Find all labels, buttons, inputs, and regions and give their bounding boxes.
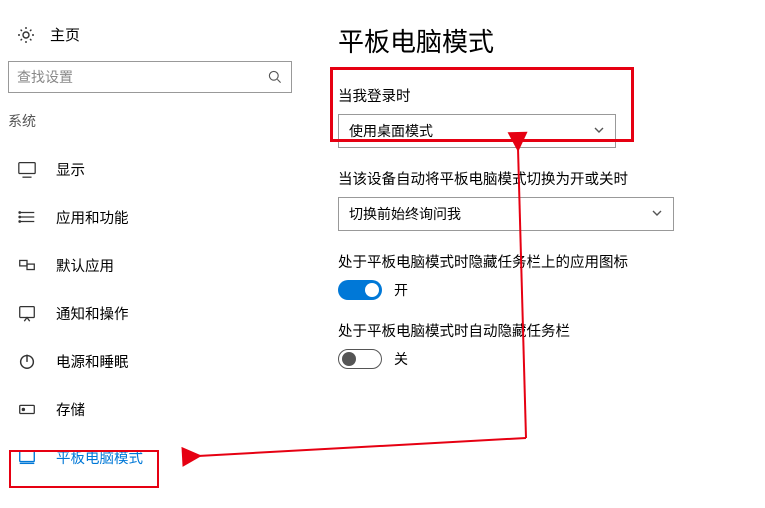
sidebar-item-label: 默认应用 xyxy=(56,255,114,276)
search-box[interactable] xyxy=(8,61,292,93)
default-apps-icon xyxy=(16,254,38,276)
sidebar-item-display[interactable]: 显示 xyxy=(8,145,292,193)
hide-taskbar-toggle[interactable] xyxy=(338,349,382,369)
autoswitch-dropdown[interactable]: 切换前始终询问我 xyxy=(338,197,674,231)
chevron-down-icon xyxy=(593,123,605,139)
hide-icons-label: 处于平板电脑模式时隐藏任务栏上的应用图标 xyxy=(338,251,745,272)
section-label: 系统 xyxy=(8,107,292,141)
dropdown-value: 使用桌面模式 xyxy=(349,121,433,141)
notifications-icon xyxy=(16,302,38,324)
toggle-state: 关 xyxy=(394,349,408,369)
page-title: 平板电脑模式 xyxy=(338,22,745,59)
sidebar-item-power[interactable]: 电源和睡眠 xyxy=(8,337,292,385)
hide-icons-toggle[interactable] xyxy=(338,280,382,300)
chevron-down-icon xyxy=(651,206,663,222)
monitor-icon xyxy=(16,158,38,180)
autoswitch-label: 当该设备自动将平板电脑模式切换为开或关时 xyxy=(338,168,745,189)
signin-dropdown[interactable]: 使用桌面模式 xyxy=(338,114,616,148)
sidebar-item-tablet-mode[interactable]: 平板电脑模式 xyxy=(8,433,292,481)
hide-taskbar-label: 处于平板电脑模式时自动隐藏任务栏 xyxy=(338,320,745,341)
tablet-icon xyxy=(16,446,38,468)
sidebar-item-storage[interactable]: 存储 xyxy=(8,385,292,433)
sidebar-item-label: 显示 xyxy=(56,159,85,180)
sidebar-item-default-apps[interactable]: 默认应用 xyxy=(8,241,292,289)
sidebar-item-label: 应用和功能 xyxy=(56,207,129,228)
sidebar-item-label: 通知和操作 xyxy=(56,303,129,324)
home-label: 主页 xyxy=(50,24,80,45)
dropdown-value: 切换前始终询问我 xyxy=(349,204,461,224)
storage-icon xyxy=(16,398,38,420)
sidebar-item-label: 存储 xyxy=(56,399,85,420)
sidebar-item-label: 电源和睡眠 xyxy=(56,351,129,372)
signin-label: 当我登录时 xyxy=(338,85,745,106)
power-icon xyxy=(16,350,38,372)
sidebar-item-apps[interactable]: 应用和功能 xyxy=(8,193,292,241)
toggle-state: 开 xyxy=(394,280,408,300)
sidebar-item-notifications[interactable]: 通知和操作 xyxy=(8,289,292,337)
sidebar-home[interactable]: 主页 xyxy=(8,18,292,55)
apps-icon xyxy=(16,206,38,228)
search-icon[interactable] xyxy=(259,69,291,85)
gear-icon xyxy=(16,25,36,45)
search-input[interactable] xyxy=(9,69,259,85)
sidebar-item-label: 平板电脑模式 xyxy=(56,447,143,468)
